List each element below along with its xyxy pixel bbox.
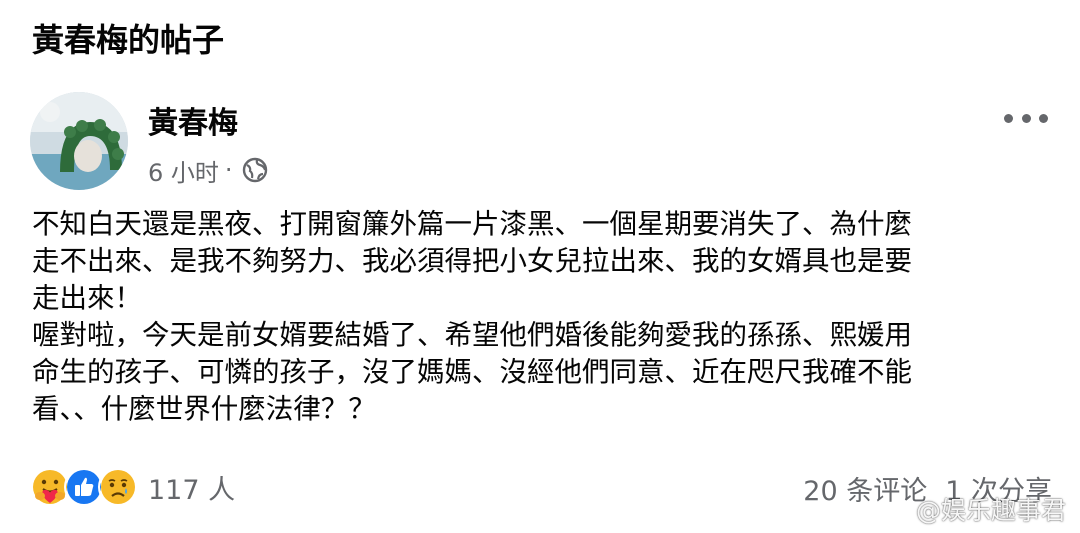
- globe-icon[interactable]: [241, 156, 269, 184]
- avatar[interactable]: [30, 92, 128, 190]
- more-options-button[interactable]: [1004, 104, 1048, 132]
- sad-icon: [98, 467, 138, 507]
- post-body: 不知白天還是黑夜、打開窗簾外篇一片漆黑、一個星期要消失了、為什麼 走不出來、是我…: [32, 208, 912, 425]
- reactions-summary[interactable]: 117 人: [30, 466, 235, 508]
- watermark-text: @娱乐趣事君: [915, 496, 1066, 525]
- post-meta: 6 小时 ·: [148, 153, 269, 187]
- meta-separator: ·: [224, 156, 233, 184]
- more-dots-icon: [1039, 113, 1048, 123]
- more-dots-icon: [1021, 113, 1031, 123]
- post-timestamp[interactable]: 6 小时: [148, 153, 219, 188]
- author-name[interactable]: 黃春梅: [148, 104, 238, 144]
- weibo-logo-icon: [876, 495, 910, 523]
- reaction-count: 117 人: [148, 474, 236, 506]
- watermark: @娱乐趣事君: [876, 492, 1066, 526]
- more-dots-icon: [1004, 113, 1013, 123]
- page-title: 黃春梅的帖子: [32, 21, 225, 59]
